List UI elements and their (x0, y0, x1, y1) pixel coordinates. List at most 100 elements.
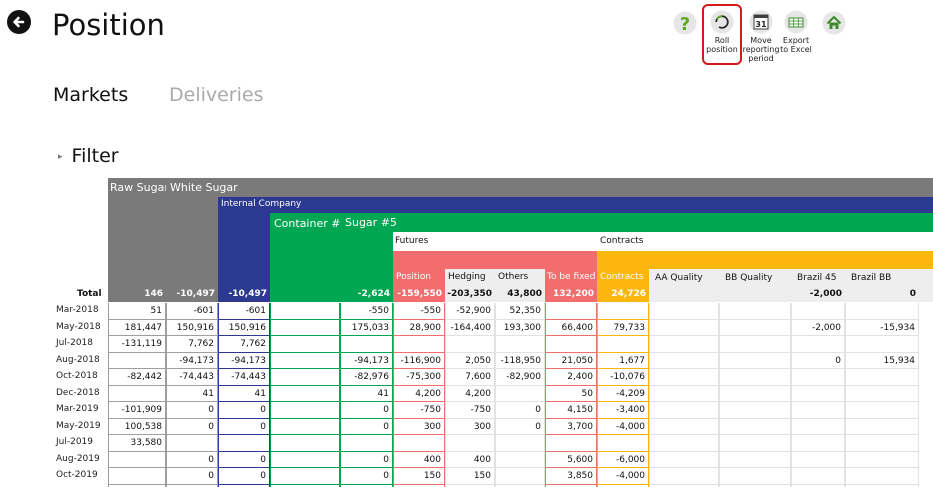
cell-brazil-bb[interactable] (845, 303, 919, 320)
cell-others[interactable]: -118,950 (495, 352, 545, 369)
cell-brazil-bb[interactable] (845, 468, 919, 485)
cell-contracts[interactable]: 1,677 (597, 352, 649, 369)
cell-internal-company[interactable]: 0 (218, 418, 270, 435)
cell-others[interactable] (495, 385, 545, 402)
cell-aa-quality[interactable] (649, 468, 719, 485)
cell-aa-quality[interactable] (649, 336, 719, 353)
cell-others[interactable] (495, 435, 545, 452)
home-button[interactable] (814, 9, 854, 37)
col-brazil45[interactable]: Brazil 45 (797, 273, 836, 283)
cell-contracts[interactable] (597, 336, 649, 353)
cell-sugar5[interactable]: 0 (340, 468, 393, 485)
cell-aa-quality[interactable] (649, 369, 719, 386)
cell-sugar5[interactable]: -550 (340, 303, 393, 320)
cell-raw-sugar[interactable]: 100,538 (108, 418, 166, 435)
cell-raw-sugar[interactable]: -131,119 (108, 336, 166, 353)
cell-internal-company[interactable]: 150,916 (218, 319, 270, 336)
cell-white-sugar[interactable]: 7,762 (166, 336, 218, 353)
cell-hedging[interactable]: 150 (445, 468, 495, 485)
cell-to-be-fixed[interactable]: 2,400 (545, 369, 597, 386)
cell-contracts[interactable]: 79,733 (597, 319, 649, 336)
cell-contracts[interactable]: -4,000 (597, 418, 649, 435)
cell-hedging[interactable]: 400 (445, 451, 495, 468)
cell-to-be-fixed[interactable] (545, 435, 597, 452)
cell-white-sugar[interactable]: 0 (166, 402, 218, 419)
tab-markets[interactable]: Markets (53, 83, 128, 107)
cell-white-sugar[interactable]: 0 (166, 468, 218, 485)
cell-brazil45[interactable] (791, 435, 845, 452)
cell-white-sugar[interactable]: 0 (166, 451, 218, 468)
cell-internal-company[interactable]: 41 (218, 385, 270, 402)
cell-sugar5[interactable]: 0 (340, 451, 393, 468)
cell-brazil-bb[interactable] (845, 402, 919, 419)
cell-raw-sugar[interactable]: 181,447 (108, 319, 166, 336)
cell-container5[interactable] (270, 385, 340, 402)
cell-contracts[interactable]: -3,400 (597, 402, 649, 419)
cell-bb-quality[interactable] (719, 319, 791, 336)
cell-others[interactable] (495, 336, 545, 353)
cell-brazil-bb[interactable] (845, 435, 919, 452)
cell-brazil-bb[interactable]: 15,934 (845, 352, 919, 369)
cell-to-be-fixed[interactable]: 21,050 (545, 352, 597, 369)
cell-bb-quality[interactable] (719, 468, 791, 485)
cell-others[interactable] (495, 451, 545, 468)
cell-brazil45[interactable] (791, 451, 845, 468)
cell-position[interactable]: 400 (393, 451, 445, 468)
cell-aa-quality[interactable] (649, 352, 719, 369)
cell-to-be-fixed[interactable] (545, 336, 597, 353)
cell-others[interactable]: 52,350 (495, 303, 545, 320)
roll-position-button[interactable]: Roll position (702, 8, 742, 54)
cell-position[interactable] (393, 336, 445, 353)
cell-white-sugar[interactable]: -601 (166, 303, 218, 320)
cell-bb-quality[interactable] (719, 352, 791, 369)
cell-container5[interactable] (270, 352, 340, 369)
cell-position[interactable]: 300 (393, 418, 445, 435)
col-contracts[interactable]: Contracts (600, 272, 643, 282)
cell-hedging[interactable]: 7,600 (445, 369, 495, 386)
cell-to-be-fixed[interactable]: 3,700 (545, 418, 597, 435)
cell-white-sugar[interactable] (166, 435, 218, 452)
group-sugar5[interactable]: Sugar #5 (340, 213, 933, 232)
cell-bb-quality[interactable] (719, 303, 791, 320)
cell-container5[interactable] (270, 435, 340, 452)
cell-raw-sugar[interactable]: -82,442 (108, 369, 166, 386)
cell-position[interactable]: 150 (393, 468, 445, 485)
cell-sugar5[interactable] (340, 435, 393, 452)
cell-bb-quality[interactable] (719, 402, 791, 419)
cell-to-be-fixed[interactable] (545, 303, 597, 320)
cell-others[interactable]: 0 (495, 418, 545, 435)
cell-hedging[interactable] (445, 435, 495, 452)
cell-aa-quality[interactable] (649, 435, 719, 452)
cell-brazil-bb[interactable] (845, 418, 919, 435)
cell-brazil-bb[interactable] (845, 369, 919, 386)
cell-brazil45[interactable]: 0 (791, 352, 845, 369)
cell-white-sugar[interactable]: 150,916 (166, 319, 218, 336)
cell-raw-sugar[interactable] (108, 352, 166, 369)
cell-others[interactable]: 193,300 (495, 319, 545, 336)
cell-others[interactable]: 0 (495, 402, 545, 419)
tab-deliveries[interactable]: Deliveries (169, 83, 264, 107)
col-bb-quality[interactable]: BB Quality (725, 273, 772, 283)
cell-aa-quality[interactable] (649, 385, 719, 402)
cell-container5[interactable] (270, 418, 340, 435)
cell-white-sugar[interactable]: -74,443 (166, 369, 218, 386)
cell-internal-company[interactable]: 0 (218, 451, 270, 468)
cell-internal-company[interactable]: 7,762 (218, 336, 270, 353)
cell-brazil-bb[interactable]: -15,934 (845, 319, 919, 336)
cell-container5[interactable] (270, 402, 340, 419)
cell-bb-quality[interactable] (719, 336, 791, 353)
cell-contracts[interactable]: -10,076 (597, 369, 649, 386)
cell-internal-company[interactable]: 0 (218, 402, 270, 419)
col-aa-quality[interactable]: AA Quality (655, 273, 703, 283)
cell-hedging[interactable] (445, 336, 495, 353)
cell-hedging[interactable]: -52,900 (445, 303, 495, 320)
cell-position[interactable]: -116,900 (393, 352, 445, 369)
cell-internal-company[interactable]: -74,443 (218, 369, 270, 386)
cell-white-sugar[interactable]: -94,173 (166, 352, 218, 369)
group-white-sugar[interactable]: White Sugar (166, 178, 933, 197)
group-futures[interactable]: Futures (395, 236, 428, 246)
cell-raw-sugar[interactable]: 33,580 (108, 435, 166, 452)
cell-aa-quality[interactable] (649, 451, 719, 468)
col-position[interactable]: Position (396, 272, 431, 282)
cell-internal-company[interactable]: -94,173 (218, 352, 270, 369)
